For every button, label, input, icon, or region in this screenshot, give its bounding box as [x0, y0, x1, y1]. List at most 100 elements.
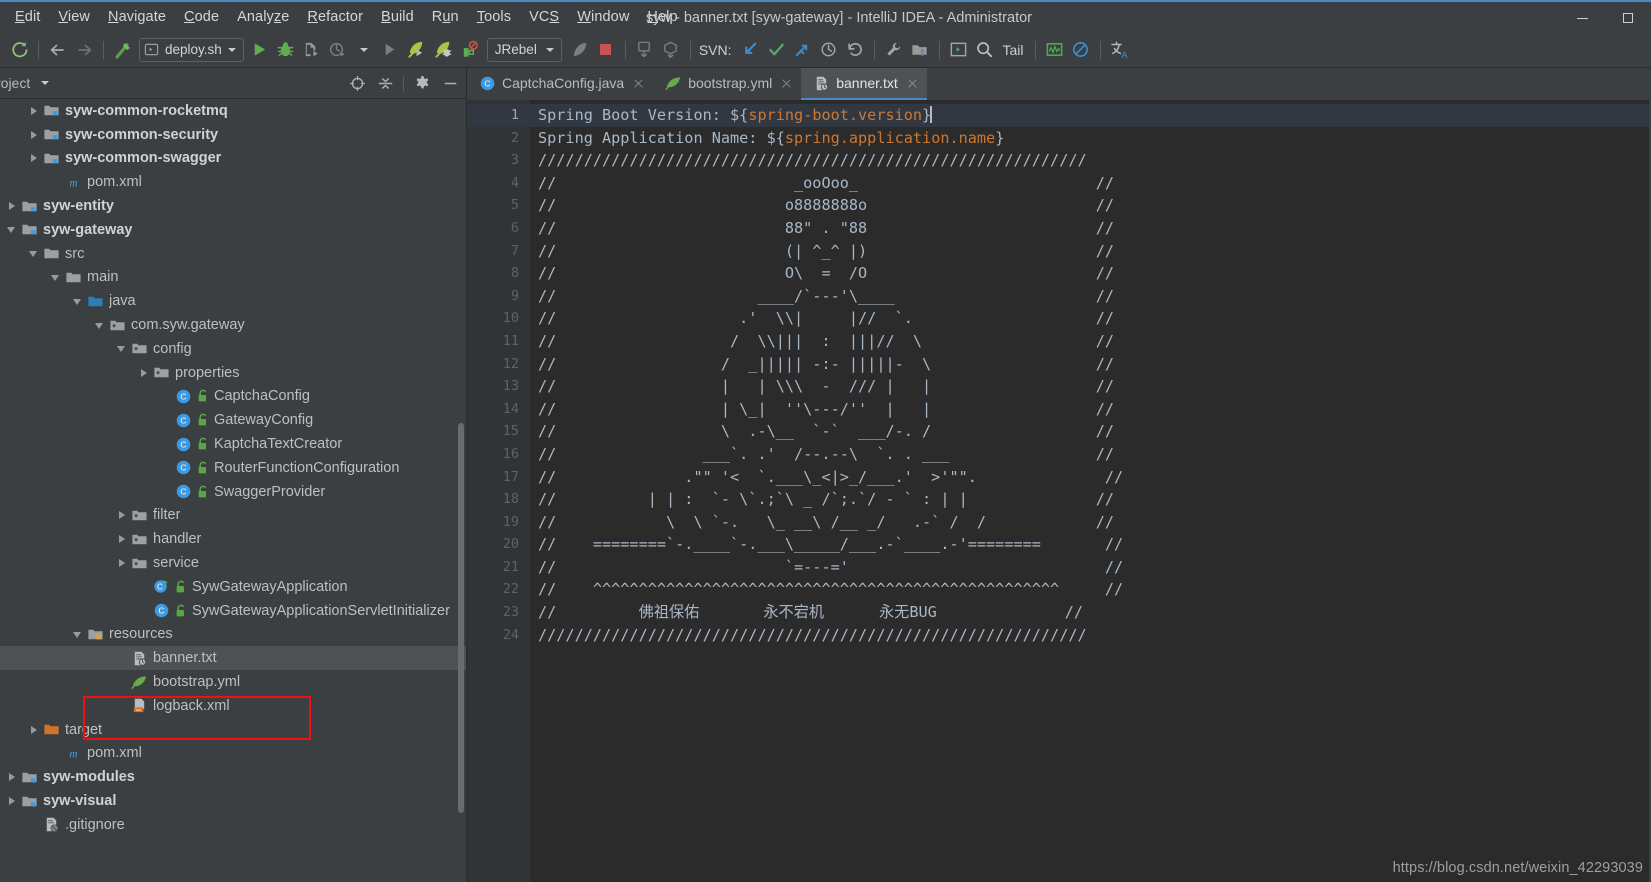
profile-dropdown-icon[interactable] — [351, 36, 377, 64]
close-icon[interactable] — [906, 77, 919, 90]
tree-row[interactable]: service — [0, 551, 467, 575]
code-line[interactable]: // \ \ `-. \_ __\ /__ _/ .-` / / // — [530, 511, 1651, 534]
tree-row[interactable]: .gitignore — [0, 813, 467, 837]
editor-tab[interactable]: bootstrap.yml — [653, 68, 801, 100]
menu-window[interactable]: Window — [568, 7, 638, 27]
wrench-settings-icon[interactable] — [881, 36, 907, 64]
tree-arrow-right-icon[interactable] — [138, 367, 149, 378]
tree-row[interactable]: resources — [0, 623, 467, 647]
jrebel-debug-icon[interactable] — [430, 36, 457, 64]
close-icon[interactable] — [780, 77, 793, 90]
code-line[interactable]: // | \_| ''\---/'' | | // — [530, 398, 1651, 421]
tree-arrow-right-icon[interactable] — [116, 534, 127, 545]
code-line[interactable]: // `=---=' // — [530, 556, 1651, 579]
build-hammer-icon[interactable] — [110, 36, 136, 64]
tree-arrow-down-icon[interactable] — [72, 629, 83, 640]
tree-row[interactable]: CKaptchaTextCreator — [0, 432, 467, 456]
project-tree[interactable]: syw-common-rocketmqsyw-common-securitysy… — [0, 99, 467, 882]
tree-arrow-right-icon[interactable] — [6, 772, 17, 783]
menu-build[interactable]: Build — [372, 7, 423, 27]
jrebel-run-icon[interactable] — [403, 36, 430, 64]
svn-history-icon[interactable] — [816, 36, 842, 64]
tree-row[interactable]: syw-modules — [0, 765, 467, 789]
code-line[interactable]: // O\ = /O // — [530, 262, 1651, 285]
code-line[interactable]: // 88" . "88 // — [530, 217, 1651, 240]
code-line[interactable]: // | | : `- \`.;`\ _ /`;.`/ - ` : | | // — [530, 488, 1651, 511]
code-line[interactable]: // ."" '< `.___\_<|>_/___.' >'"". // — [530, 466, 1651, 489]
tree-row[interactable]: target — [0, 718, 467, 742]
menu-edit[interactable]: Edit — [6, 7, 49, 27]
jrebel-stop-icon[interactable] — [457, 36, 483, 64]
menu-refactor[interactable]: Refactor — [298, 7, 372, 27]
stop-icon[interactable] — [566, 36, 593, 64]
menu-vcs[interactable]: VCS — [520, 7, 568, 27]
profile-icon[interactable] — [325, 36, 351, 64]
menu-tools[interactable]: Tools — [468, 7, 520, 27]
tree-row[interactable]: mpom.xml — [0, 170, 467, 194]
code-line[interactable]: // ^^^^^^^^^^^^^^^^^^^^^^^^^^^^^^^^^^^^^… — [530, 578, 1651, 601]
code-viewport[interactable]: 123456789101112131415161718192021222324 … — [467, 100, 1651, 882]
collapse-all-icon[interactable] — [371, 71, 399, 95]
code-line[interactable]: // (| ^_^ |) // — [530, 240, 1651, 263]
locate-file-icon[interactable] — [343, 71, 371, 95]
tree-arrow-right-icon[interactable] — [6, 201, 17, 212]
code-line[interactable]: // ____/`---'\____ // — [530, 285, 1651, 308]
tree-arrow-down-icon[interactable] — [72, 296, 83, 307]
tree-arrow-down-icon[interactable] — [94, 320, 105, 331]
svn-merge-icon[interactable] — [790, 36, 816, 64]
code-line[interactable]: // / _||||| -:- |||||- \ // — [530, 353, 1651, 376]
code-line[interactable]: // 佛祖保佑 永不宕机 永无BUG // — [530, 601, 1651, 624]
svn-revert-icon[interactable] — [842, 36, 868, 64]
run-with-coverage-icon[interactable] — [299, 36, 325, 64]
tree-row[interactable]: CGatewayConfig — [0, 408, 467, 432]
minimize-button[interactable] — [1559, 2, 1605, 34]
tree-row[interactable]: mpom.xml — [0, 742, 467, 766]
tree-row[interactable]: CSywGatewayApplication — [0, 575, 467, 599]
tree-arrow-right-icon[interactable] — [116, 510, 127, 521]
tree-row[interactable]: syw-common-security — [0, 123, 467, 147]
tree-arrow-right-icon[interactable] — [28, 153, 39, 164]
tree-row[interactable]: syw-gateway — [0, 218, 467, 242]
tree-arrow-right-icon[interactable] — [116, 558, 127, 569]
code-line[interactable]: ////////////////////////////////////////… — [530, 149, 1651, 172]
editor-tab[interactable]: CCaptchaConfig.java — [467, 68, 653, 100]
code-line[interactable]: Spring Application Name: ${spring.applic… — [530, 127, 1651, 150]
run-configuration-selector[interactable]: deploy.sh — [139, 38, 244, 62]
code-line[interactable]: // .' \\| |// `. // — [530, 307, 1651, 330]
tree-row[interactable]: java — [0, 289, 467, 313]
tree-arrow-right-icon[interactable] — [28, 724, 39, 735]
code-line[interactable]: Spring Boot Version: ${spring-boot.versi… — [530, 104, 1651, 127]
tree-row[interactable]: config — [0, 337, 467, 361]
menu-run[interactable]: Run — [423, 7, 468, 27]
code-line[interactable]: // _ooOoo_ // — [530, 172, 1651, 195]
tree-arrow-down-icon[interactable] — [28, 248, 39, 259]
console-icon[interactable] — [946, 36, 972, 64]
editor-tab[interactable]: banner.txt — [801, 68, 927, 100]
disable-icon[interactable] — [1068, 36, 1094, 64]
tail-label[interactable]: Tail — [998, 42, 1029, 58]
hide-panel-icon[interactable] — [436, 71, 464, 95]
tree-arrow-right-icon[interactable] — [28, 105, 39, 116]
code-content[interactable]: Spring Boot Version: ${spring-boot.versi… — [530, 100, 1651, 882]
tree-row[interactable]: bootstrap.yml — [0, 670, 467, 694]
maximize-button[interactable] — [1605, 2, 1651, 34]
code-line[interactable]: ////////////////////////////////////////… — [530, 624, 1651, 647]
tree-row[interactable]: CSwaggerProvider — [0, 480, 467, 504]
tree-row[interactable]: properties — [0, 361, 467, 385]
svn-commit-icon[interactable] — [764, 36, 790, 64]
tree-arrow-right-icon[interactable] — [28, 129, 39, 140]
tree-row[interactable]: filter — [0, 504, 467, 528]
monitor-icon[interactable] — [1042, 36, 1068, 64]
menu-code[interactable]: Code — [175, 7, 228, 27]
tree-arrow-right-icon[interactable] — [6, 796, 17, 807]
gear-icon[interactable] — [408, 71, 436, 95]
tree-row[interactable]: handler — [0, 527, 467, 551]
tree-row[interactable]: <>logback.xml — [0, 694, 467, 718]
sync-icon[interactable] — [6, 36, 32, 64]
attach-process-icon[interactable] — [377, 36, 403, 64]
menu-navigate[interactable]: Navigate — [99, 7, 175, 27]
project-panel-scrollbar[interactable] — [458, 423, 464, 813]
tree-row[interactable]: CSywGatewayApplicationServletInitializer — [0, 599, 467, 623]
search-icon[interactable] — [972, 36, 998, 64]
code-line[interactable]: // \ .-\__ `-` ___/-. / // — [530, 420, 1651, 443]
